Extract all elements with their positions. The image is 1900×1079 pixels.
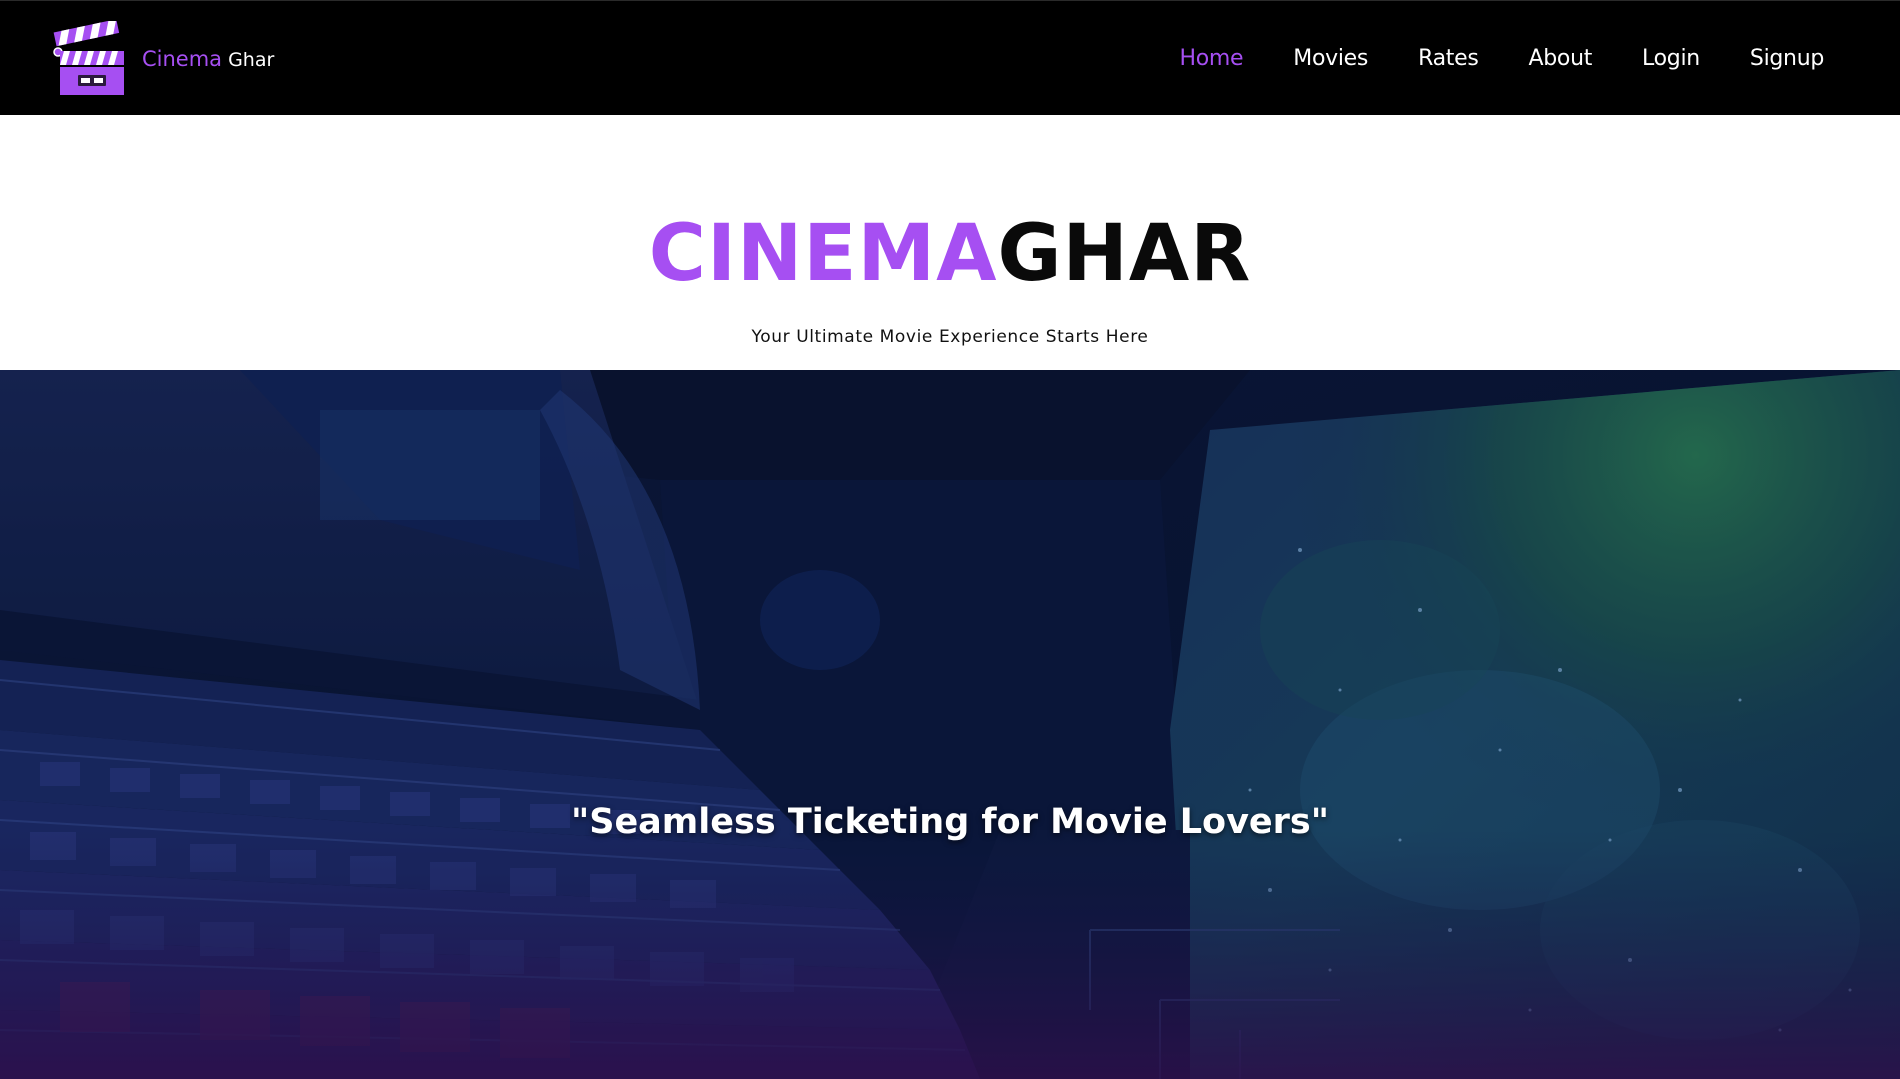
hero-quote: "Seamless Ticketing for Movie Lovers" bbox=[571, 802, 1329, 842]
cinema-hall-background-image bbox=[0, 370, 1900, 1079]
tagline: Your Ultimate Movie Experience Starts He… bbox=[751, 327, 1149, 347]
hero-banner: "Seamless Ticketing for Movie Lovers" bbox=[0, 370, 1900, 1079]
brand-name-accent: Cinema bbox=[142, 46, 223, 71]
nav-about-link[interactable]: About bbox=[1529, 46, 1593, 71]
brand-logo-link[interactable]: Cinema Ghar bbox=[52, 21, 274, 97]
nav-home-link[interactable]: Home bbox=[1180, 46, 1244, 71]
brand-name-rest: Ghar bbox=[228, 48, 275, 71]
clapperboard-icon bbox=[53, 21, 124, 95]
navbar: Cinema Ghar Home Movies Rates About Login… bbox=[0, 0, 1900, 115]
page-title-rest: GHAR bbox=[997, 209, 1252, 299]
nav-signup-link[interactable]: Signup bbox=[1750, 46, 1824, 71]
brand-name: Cinema Ghar bbox=[142, 46, 275, 71]
title-header: CINEMAGHAR Your Ultimate Movie Experienc… bbox=[0, 115, 1900, 370]
page-title: CINEMAGHAR bbox=[0, 215, 1900, 293]
main-nav: Home Movies Rates About Login Signup bbox=[1130, 1, 1825, 116]
nav-login-link[interactable]: Login bbox=[1642, 46, 1700, 71]
nav-movies-link[interactable]: Movies bbox=[1293, 46, 1368, 71]
page-title-accent: CINEMA bbox=[648, 209, 998, 299]
nav-rates-link[interactable]: Rates bbox=[1418, 46, 1479, 71]
